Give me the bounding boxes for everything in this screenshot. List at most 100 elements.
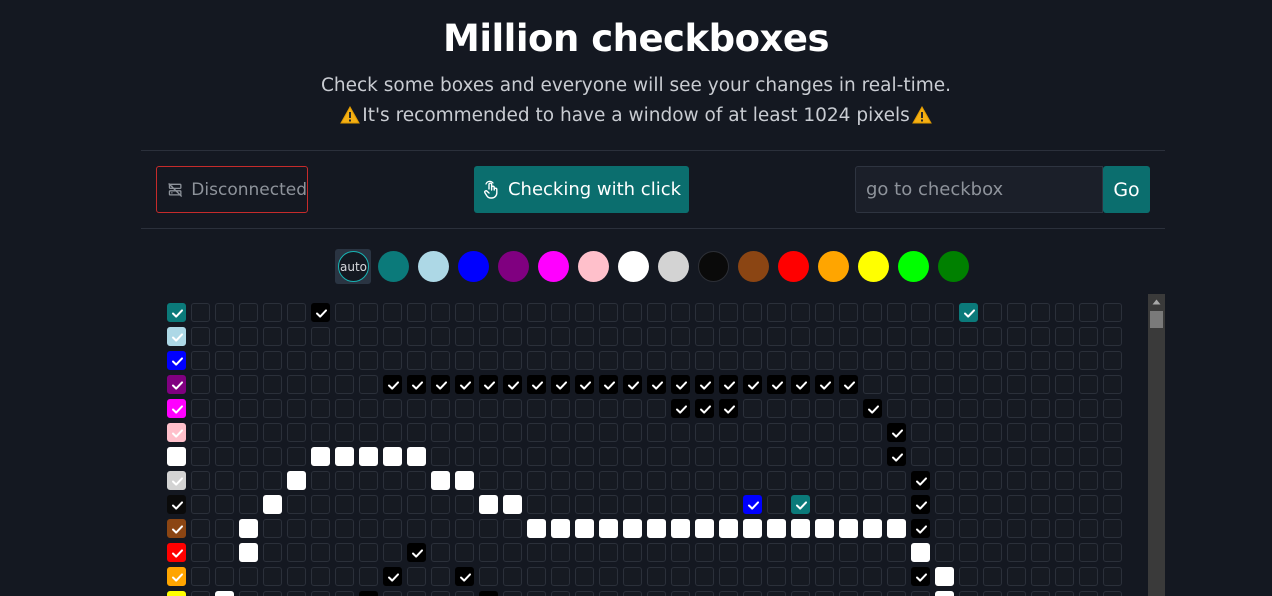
checkbox[interactable] (431, 399, 450, 418)
checkbox[interactable] (863, 543, 882, 562)
checkbox[interactable] (791, 351, 810, 370)
checkbox[interactable] (359, 303, 378, 322)
checkbox[interactable] (839, 399, 858, 418)
checkbox[interactable] (983, 375, 1002, 394)
checkbox[interactable] (551, 351, 570, 370)
checkbox[interactable] (935, 495, 954, 514)
checkbox[interactable] (887, 567, 906, 586)
checkbox[interactable] (1103, 591, 1122, 596)
checkbox[interactable] (719, 399, 738, 418)
color-swatch[interactable] (938, 251, 969, 282)
checkbox[interactable] (575, 327, 594, 346)
checkbox[interactable] (575, 399, 594, 418)
checkbox[interactable] (959, 519, 978, 538)
checkbox[interactable] (791, 495, 810, 514)
checkbox[interactable] (911, 543, 930, 562)
checkbox[interactable] (455, 543, 474, 562)
checkbox[interactable] (983, 423, 1002, 442)
checkbox[interactable] (455, 327, 474, 346)
checkbox[interactable] (407, 375, 426, 394)
checkbox[interactable] (215, 567, 234, 586)
checkbox[interactable] (1103, 399, 1122, 418)
checkbox[interactable] (1103, 303, 1122, 322)
checkbox[interactable] (503, 303, 522, 322)
checkbox[interactable] (1055, 423, 1074, 442)
checkbox[interactable] (695, 351, 714, 370)
checkbox[interactable] (527, 591, 546, 596)
checkbox[interactable] (887, 447, 906, 466)
checkbox[interactable] (623, 591, 642, 596)
checkbox[interactable] (1007, 567, 1026, 586)
checkbox[interactable] (311, 567, 330, 586)
checkbox[interactable] (983, 351, 1002, 370)
checkbox[interactable] (479, 351, 498, 370)
checkbox[interactable] (623, 303, 642, 322)
checkbox[interactable] (887, 351, 906, 370)
checkbox[interactable] (575, 351, 594, 370)
checkbox[interactable] (815, 447, 834, 466)
checkbox[interactable] (623, 423, 642, 442)
checkbox[interactable] (551, 327, 570, 346)
checkbox[interactable] (1007, 327, 1026, 346)
checkbox[interactable] (527, 423, 546, 442)
checkbox[interactable] (1079, 519, 1098, 538)
checkbox[interactable] (431, 567, 450, 586)
checkbox[interactable] (551, 375, 570, 394)
checkbox[interactable] (671, 423, 690, 442)
checkbox[interactable] (839, 567, 858, 586)
checkbox[interactable] (911, 303, 930, 322)
checkbox[interactable] (167, 399, 186, 418)
checkbox[interactable] (455, 303, 474, 322)
checkbox[interactable] (503, 543, 522, 562)
checkbox[interactable] (359, 591, 378, 596)
checkbox[interactable] (959, 327, 978, 346)
checkbox[interactable] (479, 327, 498, 346)
checkbox[interactable] (167, 423, 186, 442)
checkbox[interactable] (383, 327, 402, 346)
checkbox[interactable] (215, 375, 234, 394)
checkbox[interactable] (887, 495, 906, 514)
color-swatch[interactable] (418, 251, 449, 282)
checkbox[interactable] (575, 591, 594, 596)
connection-status-button[interactable]: Disconnected (156, 166, 308, 213)
checkbox[interactable] (743, 495, 762, 514)
checkbox[interactable] (1055, 495, 1074, 514)
checkbox[interactable] (407, 327, 426, 346)
checkbox[interactable] (839, 543, 858, 562)
checkbox[interactable] (191, 543, 210, 562)
checkbox[interactable] (1055, 399, 1074, 418)
checkbox[interactable] (1031, 327, 1050, 346)
checkbox[interactable] (647, 471, 666, 490)
checkbox[interactable] (335, 591, 354, 596)
checkbox[interactable] (623, 351, 642, 370)
checkbox[interactable] (695, 567, 714, 586)
checkbox[interactable] (791, 591, 810, 596)
checkbox[interactable] (479, 543, 498, 562)
checkbox[interactable] (479, 567, 498, 586)
checkbox[interactable] (287, 471, 306, 490)
checkbox[interactable] (311, 447, 330, 466)
checkbox[interactable] (791, 423, 810, 442)
checkbox[interactable] (191, 303, 210, 322)
color-swatch[interactable] (738, 251, 769, 282)
checkbox[interactable] (263, 543, 282, 562)
checkbox[interactable] (1103, 567, 1122, 586)
checkbox[interactable] (215, 519, 234, 538)
checkbox[interactable] (623, 447, 642, 466)
checkbox[interactable] (671, 567, 690, 586)
checkbox[interactable] (647, 591, 666, 596)
checkbox[interactable] (1079, 447, 1098, 466)
checkbox[interactable] (287, 351, 306, 370)
checkbox[interactable] (911, 399, 930, 418)
checkbox[interactable] (647, 495, 666, 514)
checkbox[interactable] (887, 303, 906, 322)
checkbox[interactable] (1031, 567, 1050, 586)
checkbox[interactable] (767, 471, 786, 490)
checkbox[interactable] (167, 471, 186, 490)
checkbox[interactable] (311, 591, 330, 596)
checkbox[interactable] (983, 495, 1002, 514)
checkbox[interactable] (1055, 351, 1074, 370)
checkbox[interactable] (815, 567, 834, 586)
checkbox[interactable] (839, 423, 858, 442)
checkbox[interactable] (695, 447, 714, 466)
